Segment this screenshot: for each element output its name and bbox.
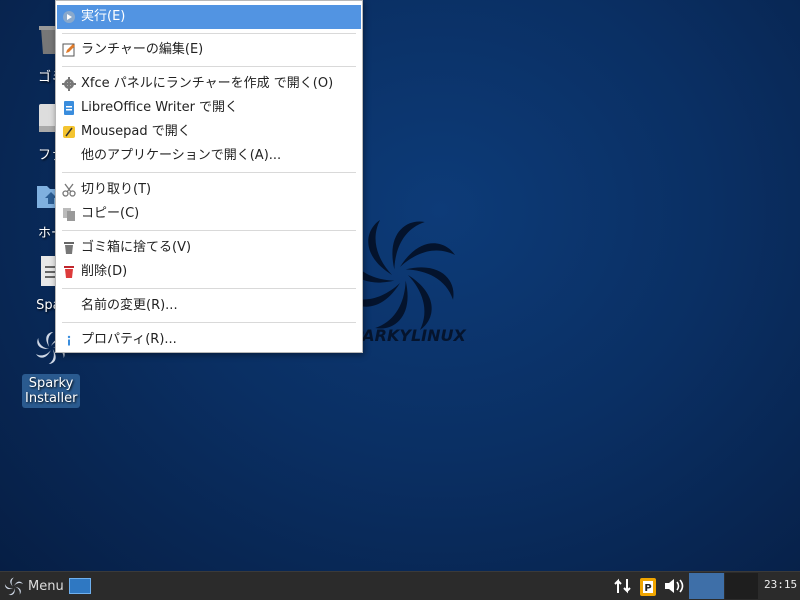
menu-item-label: ランチャーの編集(E) — [81, 42, 204, 57]
menu-item-cut[interactable]: 切り取り(T) — [57, 178, 361, 202]
desktop-icon-label: Sparky Installer — [22, 374, 80, 408]
volume-icon[interactable] — [662, 575, 686, 597]
menu-separator — [62, 322, 356, 323]
menu-item-label: ゴミ箱に捨てる(V) — [81, 240, 192, 255]
menu-item-label: Xfce パネルにランチャーを作成 で開く(O) — [81, 76, 334, 91]
clipboard-icon[interactable]: P — [638, 575, 658, 597]
mousepad-icon — [63, 126, 75, 138]
menu-separator — [62, 66, 356, 67]
menu-item-label: 切り取り(T) — [81, 182, 152, 197]
context-menu: 実行(E) ランチャーの編集(E) Xfce パネルにランチャーを作成 で開く(… — [55, 0, 363, 353]
menu-item-libreoffice-writer[interactable]: LibreOffice Writer で開く — [57, 96, 361, 120]
show-desktop-button[interactable] — [69, 578, 91, 594]
menu-item-execute[interactable]: 実行(E) — [57, 5, 361, 29]
menu-item-label: 他のアプリケーションで開く(A)... — [81, 148, 282, 163]
sparky-logo-icon — [4, 577, 23, 596]
writer-icon — [64, 101, 74, 115]
menu-item-edit-launcher[interactable]: ランチャーの編集(E) — [57, 38, 361, 62]
menu-item-label: 削除(D) — [81, 264, 128, 279]
menu-separator — [62, 172, 356, 173]
cut-icon — [62, 183, 76, 197]
copy-icon — [63, 208, 75, 221]
network-icon[interactable] — [612, 575, 634, 597]
menu-item-label: プロパティ(R)... — [81, 332, 177, 347]
svg-text:P: P — [644, 583, 651, 594]
menu-item-label: 実行(E) — [81, 9, 126, 24]
menu-item-copy[interactable]: コピー(C) — [57, 202, 361, 226]
menu-item-open-with-other[interactable]: 他のアプリケーションで開く(A)... — [57, 144, 361, 168]
menu-separator — [62, 288, 356, 289]
gear-icon — [62, 77, 76, 91]
menu-item-label: コピー(C) — [81, 206, 140, 221]
menu-item-mousepad[interactable]: Mousepad で開く — [57, 120, 361, 144]
menu-item-label: 名前の変更(R)... — [81, 298, 178, 313]
delete-icon — [64, 266, 74, 278]
menu-item-move-to-trash[interactable]: ゴミ箱に捨てる(V) — [57, 236, 361, 260]
info-icon — [67, 335, 71, 346]
workspace-2-button[interactable] — [725, 573, 758, 599]
menu-item-rename[interactable]: 名前の変更(R)... — [57, 294, 361, 318]
menu-separator — [62, 230, 356, 231]
menu-separator — [62, 33, 356, 34]
trash-icon — [64, 242, 74, 254]
edit-icon — [62, 43, 75, 57]
clock[interactable]: 23:15 — [764, 578, 797, 591]
menu-item-delete[interactable]: 削除(D) — [57, 260, 361, 284]
menu-item-xfce-panel[interactable]: Xfce パネルにランチャーを作成 で開く(O) — [57, 72, 361, 96]
wallpaper-text: PARKYLINUX — [352, 326, 466, 345]
applications-menu-button[interactable]: Menu — [4, 576, 64, 598]
workspace-1-button[interactable] — [689, 573, 724, 599]
menu-item-properties[interactable]: プロパティ(R)... — [57, 328, 361, 352]
menu-item-label: Mousepad で開く — [81, 124, 191, 139]
menu-item-label: LibreOffice Writer で開く — [81, 100, 239, 115]
bottom-panel: Menu P 23:15 — [0, 571, 800, 600]
menu-button-label: Menu — [28, 579, 64, 594]
execute-icon — [63, 11, 75, 23]
